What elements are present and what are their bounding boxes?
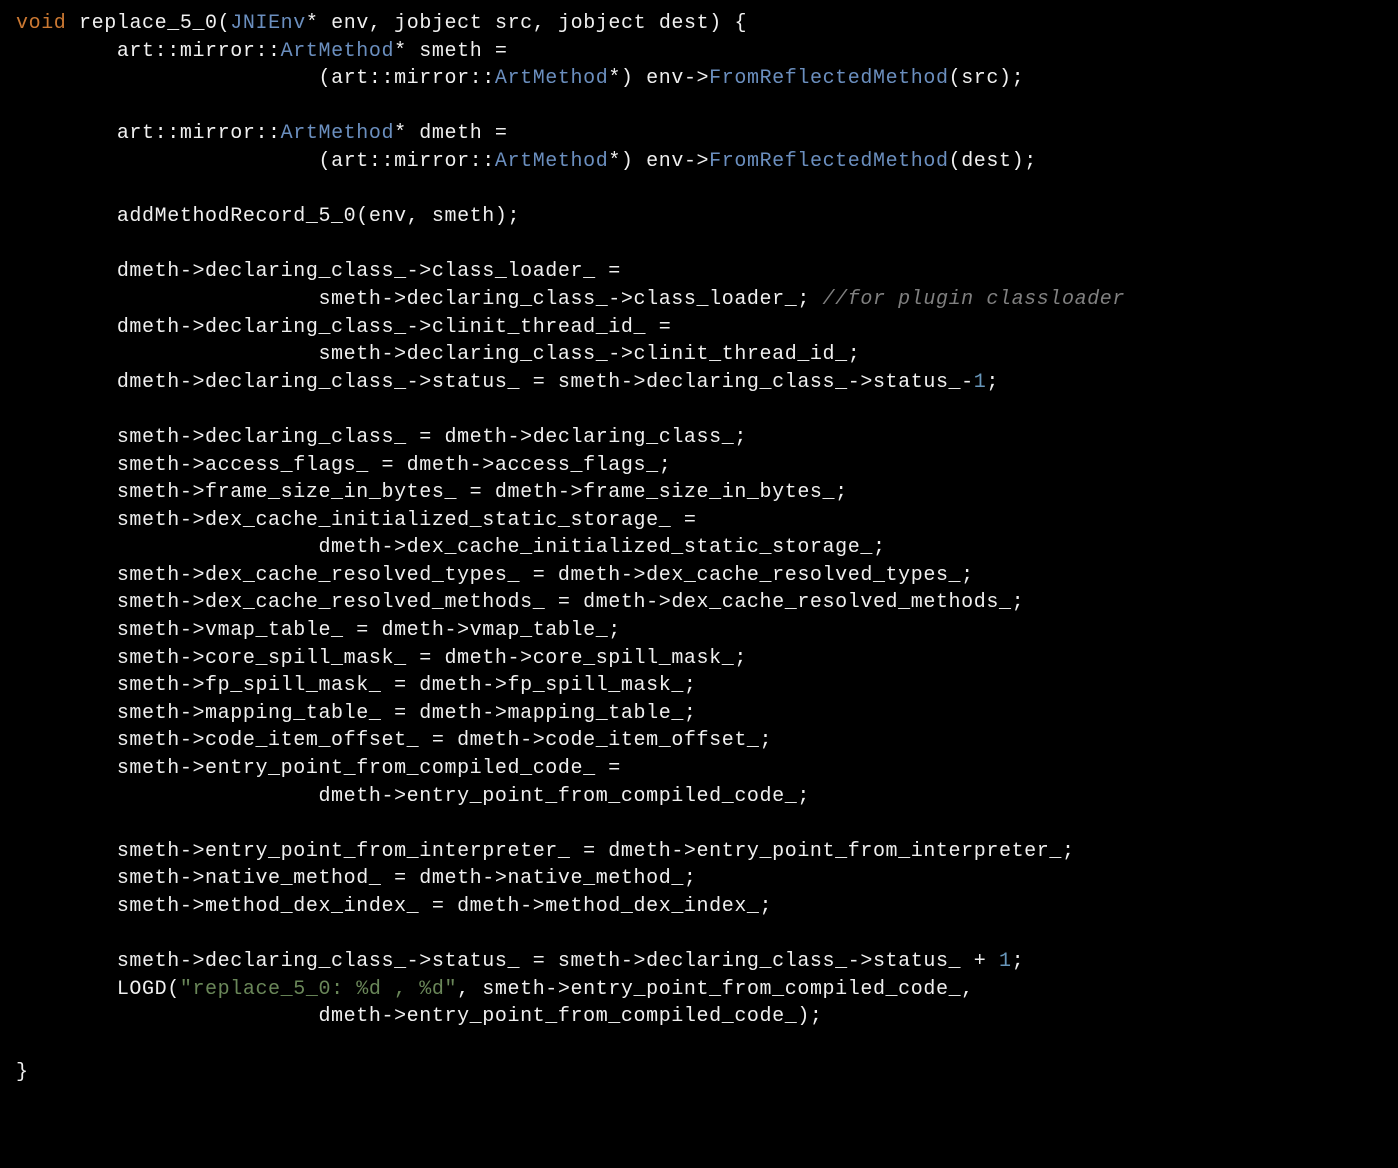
stmt: smeth->mapping_table_ = dmeth->mapping_t… — [117, 702, 697, 725]
id-smeth: smeth — [419, 40, 482, 63]
log-arg: , smeth->entry_point_from_compiled_code_… — [457, 978, 974, 1001]
fn-name: replace_5_0 — [79, 12, 218, 35]
id-env: env — [331, 12, 369, 35]
id-jobject: jobject — [394, 12, 482, 35]
stmt: smeth->declaring_class_->status_ = smeth… — [117, 950, 999, 973]
stmt: dmeth->entry_point_from_compiled_code_; — [318, 785, 809, 808]
stmt: smeth->vmap_table_ = dmeth->vmap_table_; — [117, 619, 621, 642]
stmt: smeth->access_flags_ = dmeth->access_fla… — [117, 454, 672, 477]
brace-close: } — [16, 1061, 29, 1084]
id-env: env — [646, 67, 684, 90]
type-artmethod: ArtMethod — [281, 122, 394, 145]
id-dest: dest — [659, 12, 709, 35]
stmt: smeth->dex_cache_resolved_types_ = dmeth… — [117, 564, 974, 587]
keyword-void: void — [16, 12, 66, 35]
stmt: addMethodRecord_5_0(env, smeth); — [117, 205, 520, 228]
comment: //for plugin classloader — [823, 288, 1125, 311]
stmt: dmeth->dex_cache_initialized_static_stor… — [318, 536, 885, 559]
fn-fromreflected: FromReflectedMethod — [709, 150, 948, 173]
stmt: smeth->entry_point_from_interpreter_ = d… — [117, 840, 1075, 863]
id-dest: dest — [961, 150, 1011, 173]
stmt: smeth->declaring_class_->clinit_thread_i… — [318, 343, 860, 366]
id-env: env — [646, 150, 684, 173]
stmt: smeth->dex_cache_initialized_static_stor… — [117, 509, 697, 532]
ns: art::mirror:: — [117, 122, 281, 145]
stmt: smeth->dex_cache_resolved_methods_ = dme… — [117, 591, 1024, 614]
ns: art::mirror:: — [331, 150, 495, 173]
stmt: smeth->method_dex_index_ = dmeth->method… — [117, 895, 772, 918]
fn-fromreflected: FromReflectedMethod — [709, 67, 948, 90]
stmt: smeth->core_spill_mask_ = dmeth->core_sp… — [117, 647, 747, 670]
stmt: dmeth->declaring_class_->class_loader_ = — [117, 260, 621, 283]
semi: ; — [1012, 950, 1025, 973]
stmt: dmeth->declaring_class_->status_ = smeth… — [117, 371, 974, 394]
type-artmethod: ArtMethod — [281, 40, 394, 63]
semi: ; — [986, 371, 999, 394]
stmt: smeth->declaring_class_->class_loader_; — [318, 288, 809, 311]
ns: art::mirror:: — [117, 40, 281, 63]
number-1: 1 — [999, 950, 1012, 973]
log-call: LOGD( — [117, 978, 180, 1001]
stmt: smeth->code_item_offset_ = dmeth->code_i… — [117, 729, 772, 752]
stmt: dmeth->declaring_class_->clinit_thread_i… — [117, 316, 672, 339]
id-jobject: jobject — [558, 12, 646, 35]
type-artmethod: ArtMethod — [495, 150, 608, 173]
id-dmeth: dmeth — [419, 122, 482, 145]
stmt: smeth->entry_point_from_compiled_code_ = — [117, 757, 621, 780]
stmt: smeth->fp_spill_mask_ = dmeth->fp_spill_… — [117, 674, 697, 697]
string-literal: "replace_5_0: %d , %d" — [180, 978, 457, 1001]
code-block: void replace_5_0(JNIEnv* env, jobject sr… — [0, 0, 1398, 1096]
log-arg: dmeth->entry_point_from_compiled_code_); — [318, 1005, 822, 1028]
stmt: smeth->declaring_class_ = dmeth->declari… — [117, 426, 747, 449]
id-src: src — [961, 67, 999, 90]
stmt: smeth->native_method_ = dmeth->native_me… — [117, 867, 697, 890]
type-artmethod: ArtMethod — [495, 67, 608, 90]
stmt: smeth->frame_size_in_bytes_ = dmeth->fra… — [117, 481, 848, 504]
type-jnienv: JNIEnv — [230, 12, 306, 35]
id-src: src — [495, 12, 533, 35]
number-1: 1 — [974, 371, 987, 394]
ns: art::mirror:: — [331, 67, 495, 90]
